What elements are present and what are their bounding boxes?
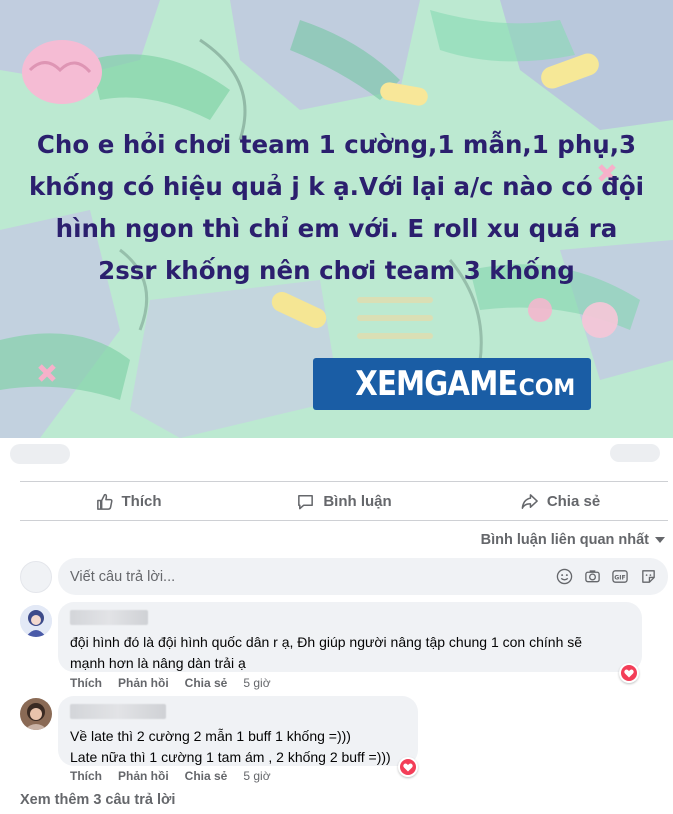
comment-bubble-icon bbox=[298, 494, 314, 509]
like-button[interactable]: Thích bbox=[20, 482, 236, 520]
reaction-badge[interactable] bbox=[619, 663, 639, 683]
comment-reply-link[interactable]: Phản hồi bbox=[118, 769, 169, 783]
svg-text:GIF: GIF bbox=[614, 574, 626, 581]
like-label: Thích bbox=[121, 492, 162, 510]
comment-text: Về late thì 2 cường 2 mẫn 1 buff 1 khống… bbox=[70, 728, 391, 765]
sort-label: Bình luận liên quan nhất bbox=[480, 532, 649, 548]
share-label: Chia sẻ bbox=[546, 492, 601, 510]
comment-timestamp[interactable]: 5 giờ bbox=[243, 676, 270, 690]
watermark-logo: XEMGAME .COM bbox=[313, 358, 591, 410]
comment-share-link[interactable]: Chia sẻ bbox=[185, 769, 228, 783]
comment-sort-dropdown[interactable]: Bình luận liên quan nhất bbox=[481, 530, 665, 550]
gif-icon[interactable]: GIF bbox=[610, 567, 630, 587]
thumbs-up-icon bbox=[96, 493, 113, 510]
reaction-badge[interactable] bbox=[398, 757, 418, 777]
emoji-icon[interactable] bbox=[554, 567, 574, 587]
current-user-avatar bbox=[20, 561, 52, 593]
comment-actions: Thích Phản hồi Chia sẻ 5 giờ bbox=[70, 769, 271, 783]
comment-timestamp[interactable]: 5 giờ bbox=[243, 769, 270, 783]
commenter-avatar[interactable] bbox=[20, 605, 52, 637]
comment-text: đội hình đó là đội hình quốc dân r ạ, Đh… bbox=[70, 634, 583, 671]
share-arrow-icon bbox=[521, 493, 538, 509]
share-button[interactable]: Chia sẻ bbox=[452, 482, 668, 520]
watermark-suffix: .COM bbox=[510, 375, 576, 401]
caret-down-icon bbox=[655, 537, 665, 543]
watermark-text: XEMGAME bbox=[354, 364, 517, 404]
commenter-avatar[interactable] bbox=[20, 698, 52, 730]
comment-bubble: Về late thì 2 cường 2 mẫn 1 buff 1 khống… bbox=[58, 696, 418, 766]
comment-button[interactable]: Bình luận bbox=[236, 482, 452, 520]
divider-bottom bbox=[20, 520, 668, 521]
blurred-reaction-summary bbox=[0, 438, 673, 482]
comment-like-link[interactable]: Thích bbox=[70, 769, 102, 783]
commenter-name-blurred bbox=[70, 704, 166, 719]
sticker-icon[interactable] bbox=[638, 567, 658, 587]
post-banner: Cho e hỏi chơi team 1 cường,1 mẫn,1 phụ,… bbox=[0, 0, 673, 438]
comment-like-link[interactable]: Thích bbox=[70, 676, 102, 690]
comment-label: Bình luận bbox=[323, 492, 392, 510]
comment-reply-link[interactable]: Phản hồi bbox=[118, 676, 169, 690]
comment-actions: Thích Phản hồi Chia sẻ 5 giờ bbox=[70, 676, 271, 690]
camera-icon[interactable] bbox=[582, 567, 602, 587]
love-reaction-icon bbox=[400, 759, 416, 775]
post-text: Cho e hỏi chơi team 1 cường,1 mẫn,1 phụ,… bbox=[28, 130, 645, 285]
reply-input[interactable] bbox=[70, 568, 554, 585]
comment-bubble: đội hình đó là đội hình quốc dân r ạ, Đh… bbox=[58, 602, 642, 672]
comment-share-link[interactable]: Chia sẻ bbox=[185, 676, 228, 690]
composer-tools: GIF bbox=[554, 567, 658, 587]
post-action-bar: Thích Bình luận Chia sẻ bbox=[20, 482, 668, 520]
view-more-replies-link[interactable]: Xem thêm 3 câu trả lời bbox=[20, 792, 175, 808]
reply-composer: GIF bbox=[58, 558, 668, 595]
commenter-name-blurred bbox=[70, 610, 148, 625]
love-reaction-icon bbox=[621, 665, 637, 681]
